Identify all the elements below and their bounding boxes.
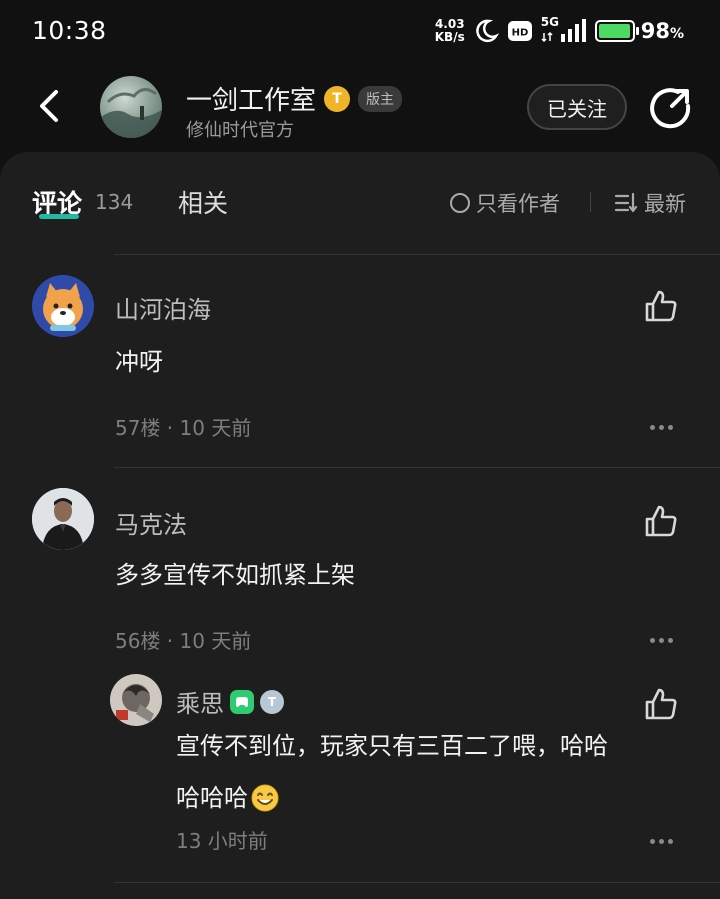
reply-username[interactable]: 乘思 (176, 684, 224, 719)
comment-meta: 56楼 · 10 天前 (115, 625, 251, 654)
status-bar: 10:38 4.03 KB/s HD 5G 98% (0, 0, 720, 66)
like-icon[interactable] (643, 503, 679, 539)
channel-name-row: 一剑工作室 T 版主 (186, 80, 403, 117)
comment-text: 多多宣传不如抓紧上架 (115, 561, 355, 589)
reply-item: 乘思 T 宣传不到位，玩家只有三百二了喂，哈哈 哈哈哈 13 小时前 (0, 672, 720, 887)
battery: 98% (594, 19, 684, 43)
filter-divider (590, 192, 591, 212)
net-speed: 4.03 KB/s (435, 18, 465, 44)
divider (114, 467, 720, 468)
comment-floor: 56楼 (115, 629, 161, 653)
divider (114, 254, 720, 255)
reply-text-line-1: 宣传不到位，玩家只有三百二了喂，哈哈 (176, 732, 608, 760)
sort-label: 最新 (644, 192, 686, 216)
back-button[interactable] (28, 84, 72, 128)
more-options-icon[interactable] (650, 420, 680, 434)
comment-item: 马克法 多多宣传不如抓紧上架 56楼 · 10 天前 (0, 485, 720, 675)
hd-icon: HD (507, 21, 532, 41)
author-only-filter[interactable]: 只看作者 (450, 188, 560, 218)
reply-username-row: 乘思 T (176, 684, 284, 719)
moderator-badge: 版主 (358, 85, 403, 112)
channel-name[interactable]: 一剑工作室 (186, 80, 316, 117)
divider (114, 882, 720, 883)
meta-separator: · (160, 416, 180, 440)
more-options-icon[interactable] (650, 834, 680, 848)
level-badge: T (324, 85, 351, 112)
comment-meta: 57楼 · 10 天前 (115, 412, 251, 441)
channel-header: 一剑工作室 T 版主 修仙时代官方 已关注 (0, 66, 720, 152)
signal-icon: 5G (541, 15, 587, 44)
radio-icon (450, 193, 470, 213)
reply-time: 13 小时前 (176, 829, 268, 853)
chevron-left-icon (40, 90, 58, 122)
like-icon[interactable] (643, 288, 679, 324)
comment-username[interactable]: 山河泊海 (115, 290, 211, 325)
net-speed-unit: KB/s (434, 30, 465, 44)
status-icons: 4.03 KB/s HD 5G 98% (435, 15, 684, 44)
share-icon[interactable] (648, 86, 692, 130)
like-icon[interactable] (643, 686, 679, 722)
comments-count: 134 (95, 190, 134, 214)
status-time: 10:38 (32, 16, 107, 45)
tab-related[interactable]: 相关 (178, 184, 228, 220)
reply-text-line-2-row: 哈哈哈 (176, 772, 608, 824)
comment-time: 10 天前 (179, 629, 252, 653)
battery-percent-sign: % (669, 26, 684, 42)
channel-avatar[interactable] (100, 76, 162, 138)
channel-subtitle: 修仙时代官方 (186, 120, 294, 141)
tab-bar: 评论 134 相关 只看作者 最新 (0, 152, 720, 252)
more-options-icon[interactable] (650, 633, 680, 647)
reply-text-line-2: 哈哈哈 (176, 784, 248, 812)
smile-emoji-icon (251, 784, 279, 812)
battery-icon (594, 20, 639, 42)
active-tab-indicator (39, 214, 79, 219)
follow-button[interactable]: 已关注 (527, 84, 627, 130)
comment-username[interactable]: 马克法 (115, 505, 187, 540)
comment-floor: 57楼 (115, 416, 161, 440)
game-controller-icon (230, 689, 254, 714)
comment-time: 10 天前 (179, 416, 252, 440)
battery-percent: 98 (640, 19, 670, 43)
author-only-label: 只看作者 (476, 192, 560, 216)
avatar[interactable] (110, 674, 162, 726)
avatar[interactable] (32, 488, 94, 550)
level-badge: T (260, 689, 284, 714)
reply-text: 宣传不到位，玩家只有三百二了喂，哈哈 哈哈哈 (176, 720, 608, 824)
sort-icon (614, 192, 638, 213)
sort-button[interactable]: 最新 (614, 188, 686, 218)
moon-icon (475, 19, 499, 43)
avatar[interactable] (32, 275, 94, 337)
meta-separator: · (160, 629, 180, 653)
comment-text: 冲呀 (115, 348, 163, 376)
svg-text:HD: HD (511, 28, 528, 39)
comment-item: 山河泊海 冲呀 57楼 · 10 天前 (0, 270, 720, 470)
